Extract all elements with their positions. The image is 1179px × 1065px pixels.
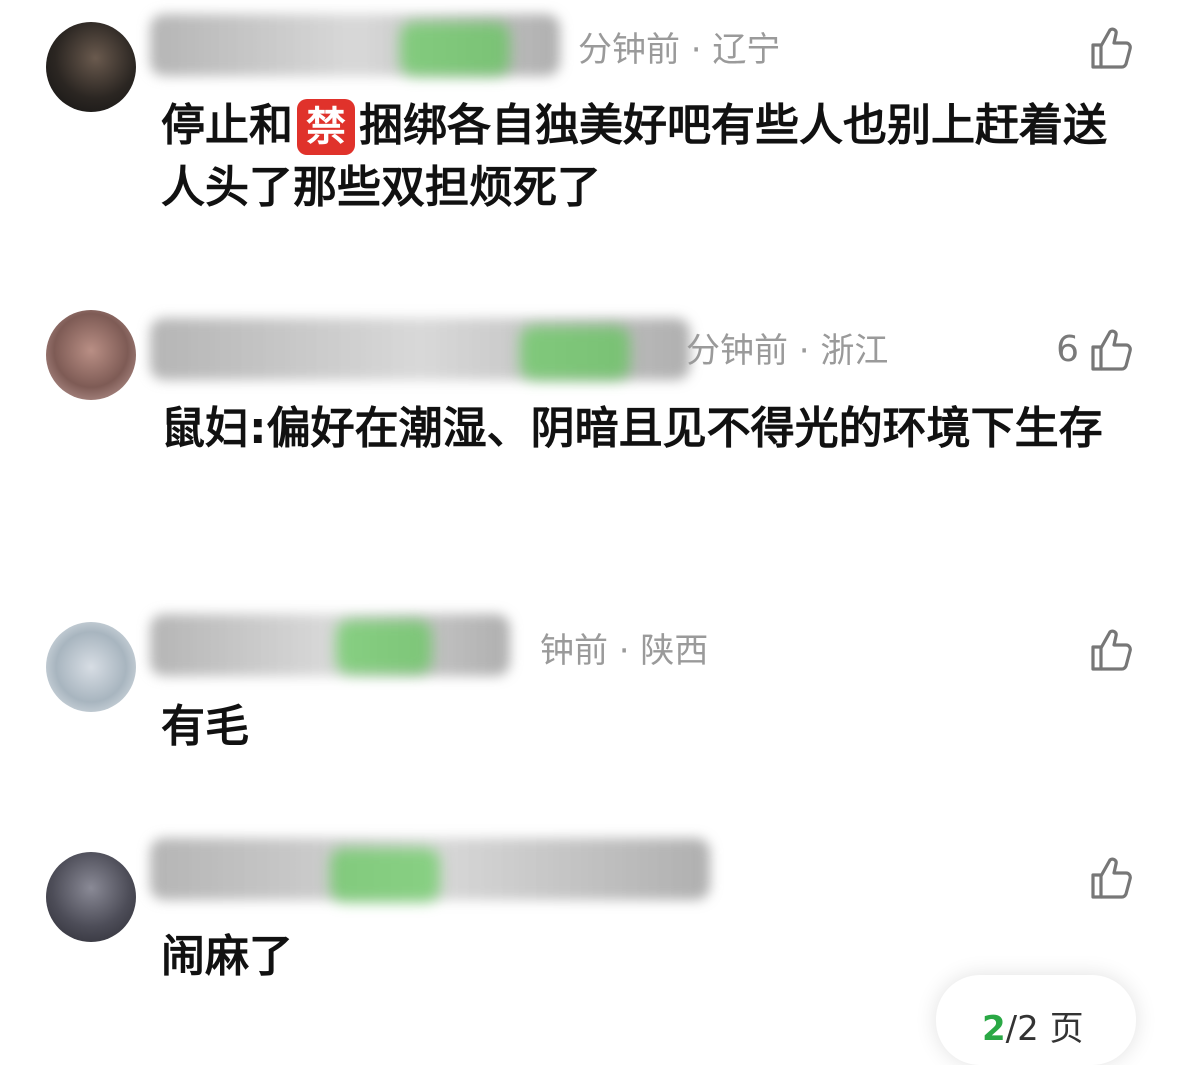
comment-meta: 分钟前 · 浙江 bbox=[686, 331, 889, 371]
thumbs-up-icon bbox=[1091, 857, 1132, 899]
avatar[interactable] bbox=[46, 852, 136, 942]
avatar[interactable] bbox=[46, 22, 136, 112]
thumbs-up-icon bbox=[1091, 629, 1132, 671]
comment-meta: 钟前 · 陕西 bbox=[540, 631, 709, 671]
comment-text-part: 停止和 bbox=[161, 100, 293, 151]
redacted-badge bbox=[336, 620, 432, 674]
page-indicator[interactable]: 2/2 页 bbox=[936, 975, 1136, 1065]
avatar[interactable] bbox=[46, 622, 136, 712]
like-count: 6 bbox=[1056, 329, 1079, 370]
like-button[interactable] bbox=[1079, 854, 1135, 902]
comment-text: 停止和禁捆绑各自独美好吧有些人也别上赶着送人头了那些双担烦死了 bbox=[161, 95, 1136, 219]
redacted-username bbox=[150, 614, 510, 676]
avatar[interactable] bbox=[46, 310, 136, 400]
page-indicator-text: 2/2 页 bbox=[982, 1001, 1084, 1050]
thumbs-up-icon bbox=[1091, 329, 1132, 371]
like-button[interactable] bbox=[1079, 626, 1135, 674]
comment-meta: 分钟前 · 辽宁 bbox=[578, 30, 781, 70]
comment-text: 有毛 bbox=[161, 701, 249, 752]
comment-text: 鼠妇:偏好在潮湿、阴暗且见不得光的环境下生存 bbox=[161, 403, 1103, 454]
redacted-badge bbox=[330, 848, 440, 902]
redacted-badge bbox=[400, 22, 510, 76]
current-page: 2 bbox=[982, 1009, 1006, 1049]
prohibited-emoji-icon: 禁 bbox=[297, 99, 355, 155]
page-total: /2 页 bbox=[1005, 1009, 1084, 1049]
thumbs-up-icon bbox=[1091, 27, 1132, 69]
redacted-badge bbox=[520, 326, 630, 380]
like-button[interactable] bbox=[1079, 24, 1135, 72]
like-button[interactable]: 6 bbox=[1056, 326, 1135, 374]
